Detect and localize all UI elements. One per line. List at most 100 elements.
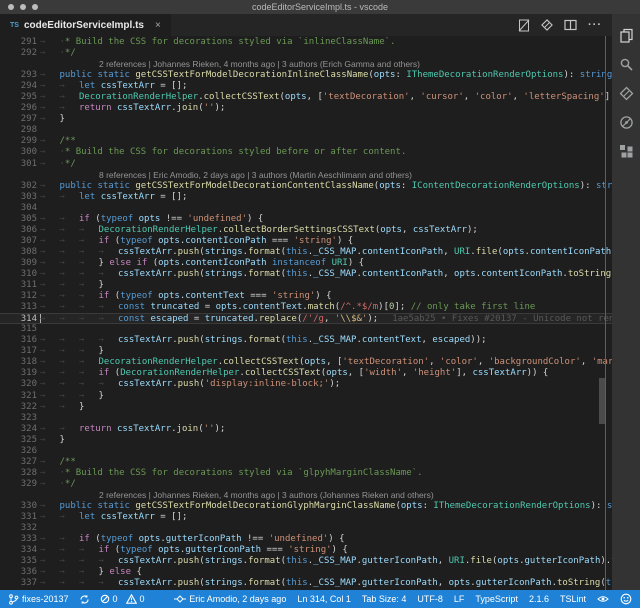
code-line[interactable]: 330→public static getCSSTextForModelDeco… [0, 501, 612, 512]
code-line[interactable]: 297→} [0, 114, 612, 125]
line-number[interactable]: 309 [0, 258, 40, 269]
code-line[interactable]: 319→→→if (DecorationRenderHelper.collect… [0, 368, 612, 379]
vertical-scrollbar[interactable] [599, 378, 605, 424]
code-line[interactable]: 318→→→DecorationRenderHelper.collectCSST… [0, 357, 612, 368]
code-line[interactable]: 292→·*/ [0, 48, 612, 59]
line-number[interactable]: 333 [0, 534, 40, 545]
code-line[interactable]: 320→→→→cssTextArr.push('display:inline-b… [0, 379, 612, 390]
line-number[interactable]: 317 [0, 346, 40, 357]
line-number[interactable]: 331 [0, 512, 40, 523]
cursor-position-item[interactable]: Ln 314, Col 1 [297, 594, 351, 604]
line-number[interactable]: 329 [0, 479, 40, 490]
code-line[interactable]: 308→→→→cssTextArr.push(strings.format(th… [0, 247, 612, 258]
split-editor-icon[interactable] [564, 19, 577, 31]
line-number[interactable]: 318 [0, 357, 40, 368]
code-line[interactable]: 291→·* Build the CSS for decorations sty… [0, 37, 612, 48]
line-number[interactable]: 337 [0, 578, 40, 589]
codelens-references[interactable]: 2 references | Johannes Rieken, 4 months… [99, 59, 420, 70]
sync-item[interactable] [79, 594, 90, 605]
code-area[interactable]: 291→·* Build the CSS for decorations sty… [0, 36, 612, 590]
code-line[interactable]: 313→→→→const truncated = opts.contentTex… [0, 302, 612, 313]
line-number[interactable]: 328 [0, 468, 40, 479]
problems-item[interactable]: 0 0 [100, 594, 145, 604]
search-icon[interactable] [612, 50, 640, 79]
code-line[interactable]: 337→→→→cssTextArr.push(strings.format(th… [0, 578, 612, 589]
code-line[interactable]: 314→→→→const escaped = truncated.replace… [0, 313, 612, 324]
code-line[interactable]: 334→→→if (typeof opts.gutterIconPath ===… [0, 545, 612, 556]
code-line[interactable]: 321→→→} [0, 391, 612, 402]
code-line[interactable]: 309→→→} else if (opts.contentIconPath in… [0, 258, 612, 269]
line-number[interactable]: 325 [0, 435, 40, 446]
line-number[interactable]: 303 [0, 192, 40, 203]
line-number[interactable]: 327 [0, 457, 40, 468]
code-line[interactable]: 323 [0, 413, 612, 424]
line-number[interactable]: 313 [0, 302, 40, 313]
tab-size-item[interactable]: Tab Size: 4 [362, 594, 407, 604]
language-mode-item[interactable]: TypeScript [475, 594, 518, 604]
line-number[interactable]: 307 [0, 236, 40, 247]
code-line[interactable]: 315 [0, 324, 612, 335]
minimize-window-button[interactable] [20, 4, 26, 10]
feedback-smiley-icon[interactable] [620, 593, 632, 605]
line-number[interactable]: 336 [0, 567, 40, 578]
more-actions-icon[interactable]: ··· [588, 20, 602, 30]
line-number[interactable]: 311 [0, 280, 40, 291]
line-number[interactable]: 301 [0, 159, 40, 170]
code-line[interactable]: 295→→DecorationRenderHelper.collectCSSTe… [0, 92, 612, 103]
line-number[interactable]: 319 [0, 368, 40, 379]
line-number[interactable]: 308 [0, 247, 40, 258]
code-line[interactable]: 312→→→if (typeof opts.contentText === 's… [0, 291, 612, 302]
git-compare-icon[interactable] [541, 19, 553, 31]
tab-close-icon[interactable]: × [155, 20, 161, 31]
close-window-button[interactable] [8, 4, 14, 10]
code-line[interactable]: 335→→→→cssTextArr.push(strings.format(th… [0, 556, 612, 567]
codelens-references[interactable]: 8 references | Eric Amodio, 2 days ago |… [99, 170, 412, 181]
code-line[interactable]: 328→·* Build the CSS for decorations sty… [0, 468, 612, 479]
code-line[interactable]: 296→→return cssTextArr.join(''); [0, 103, 612, 114]
code-line[interactable]: 302→public static getCSSTextForModelDeco… [0, 181, 612, 192]
line-number[interactable]: 326 [0, 446, 40, 457]
eye-icon[interactable] [597, 594, 609, 604]
code-line[interactable]: 324→→return cssTextArr.join(''); [0, 424, 612, 435]
code-line[interactable]: 331→→let cssTextArr = []; [0, 512, 612, 523]
line-number[interactable]: 295 [0, 92, 40, 103]
tslint-item[interactable]: TSLint [560, 594, 586, 604]
line-number[interactable]: 304 [0, 203, 40, 214]
code-line[interactable]: 325→} [0, 435, 612, 446]
git-branch-item[interactable]: fixes-20137 [8, 594, 69, 605]
line-number[interactable]: 324 [0, 424, 40, 435]
line-number[interactable]: 293 [0, 70, 40, 81]
toggle-blame-icon[interactable] [518, 19, 530, 32]
line-number[interactable]: 305 [0, 214, 40, 225]
line-number[interactable]: 310 [0, 269, 40, 280]
code-line[interactable]: 304 [0, 203, 612, 214]
line-number[interactable]: 306 [0, 225, 40, 236]
typescript-version-item[interactable]: 2.1.6 [529, 594, 549, 604]
code-line[interactable]: 336→→→} else { [0, 567, 612, 578]
line-number[interactable]: 314 [0, 314, 40, 323]
code-line[interactable]: 310→→→→cssTextArr.push(strings.format(th… [0, 269, 612, 280]
line-number[interactable]: 312 [0, 291, 40, 302]
code-line[interactable]: 322→→} [0, 402, 612, 413]
zoom-window-button[interactable] [32, 4, 38, 10]
line-number[interactable]: 316 [0, 335, 40, 346]
code-line[interactable]: 301→·*/ [0, 159, 612, 170]
tab-codeEditorServiceImpl[interactable]: TS codeEditorServiceImpl.ts × [0, 14, 171, 36]
line-number[interactable]: 335 [0, 556, 40, 567]
line-number[interactable]: 320 [0, 379, 40, 390]
line-number[interactable]: 296 [0, 103, 40, 114]
code-line[interactable]: 303→→let cssTextArr = []; [0, 192, 612, 203]
line-number[interactable]: 330 [0, 501, 40, 512]
line-number[interactable]: 299 [0, 136, 40, 147]
extensions-icon[interactable] [612, 137, 640, 166]
line-number[interactable]: 323 [0, 413, 40, 424]
codelens-references[interactable]: 2 references | Johannes Rieken, 4 months… [99, 490, 434, 501]
code-line[interactable]: 305→→if (typeof opts !== 'undefined') { [0, 214, 612, 225]
line-number[interactable]: 291 [0, 37, 40, 48]
code-line[interactable]: 329→·*/ [0, 479, 612, 490]
encoding-item[interactable]: UTF-8 [417, 594, 443, 604]
gitlens-commit-item[interactable]: Eric Amodio, 2 days ago [174, 594, 286, 604]
code-line[interactable]: 332 [0, 523, 612, 534]
line-number[interactable]: 334 [0, 545, 40, 556]
code-line[interactable]: 326 [0, 446, 612, 457]
